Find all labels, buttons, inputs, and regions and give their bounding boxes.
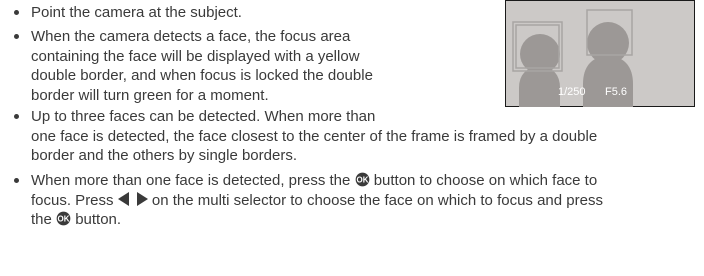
- bullet-line: double border, and when focus is locked …: [31, 67, 373, 84]
- bullet-item: When the camera detects a face, the focu…: [14, 27, 373, 105]
- bullet-line: When the camera detects a face, the focu…: [31, 28, 351, 45]
- bullet-dot: [14, 114, 19, 119]
- bullet-line: Up to three faces can be detected. When …: [31, 108, 376, 125]
- bullet-line: focus. Press on the multi selector to ch…: [31, 191, 603, 209]
- left-right-arrows-icon: [117, 191, 148, 206]
- bullet-line: Point the camera at the subject.: [31, 4, 242, 21]
- manual-page: Point the camera at the subject. When th…: [0, 0, 704, 276]
- aperture-readout: F5.6: [605, 86, 627, 98]
- ok-button-icon: OK: [355, 172, 369, 187]
- bullet-line: border and the others by single borders.: [31, 147, 297, 164]
- bullet-line: one face is detected, the face closest t…: [31, 127, 598, 145]
- bullet-line: border will turn green for a moment.: [31, 86, 269, 104]
- bullet-dot: [14, 34, 19, 39]
- camera-display-illustration: 1/250 F5.6: [505, 0, 695, 107]
- subject-face-right: [587, 22, 629, 64]
- shutter-speed-readout: 1/250: [558, 86, 586, 98]
- bullet-dot: [14, 178, 19, 183]
- ok-button-icon: OK: [56, 211, 71, 226]
- bullet-line: When more than one face is detected, pre…: [31, 172, 598, 189]
- bullet-line: the OK button.: [31, 211, 122, 228]
- bullet-item: Point the camera at the subject.: [14, 3, 242, 23]
- bullet-line: containing the face will be displayed wi…: [31, 47, 360, 65]
- svg-text:OK: OK: [58, 215, 70, 224]
- bullet-dot: [14, 10, 19, 15]
- bullet-item: Up to three faces can be detected. When …: [14, 107, 597, 166]
- svg-text:OK: OK: [356, 176, 368, 185]
- bullet-item: When more than one face is detected, pre…: [14, 171, 603, 230]
